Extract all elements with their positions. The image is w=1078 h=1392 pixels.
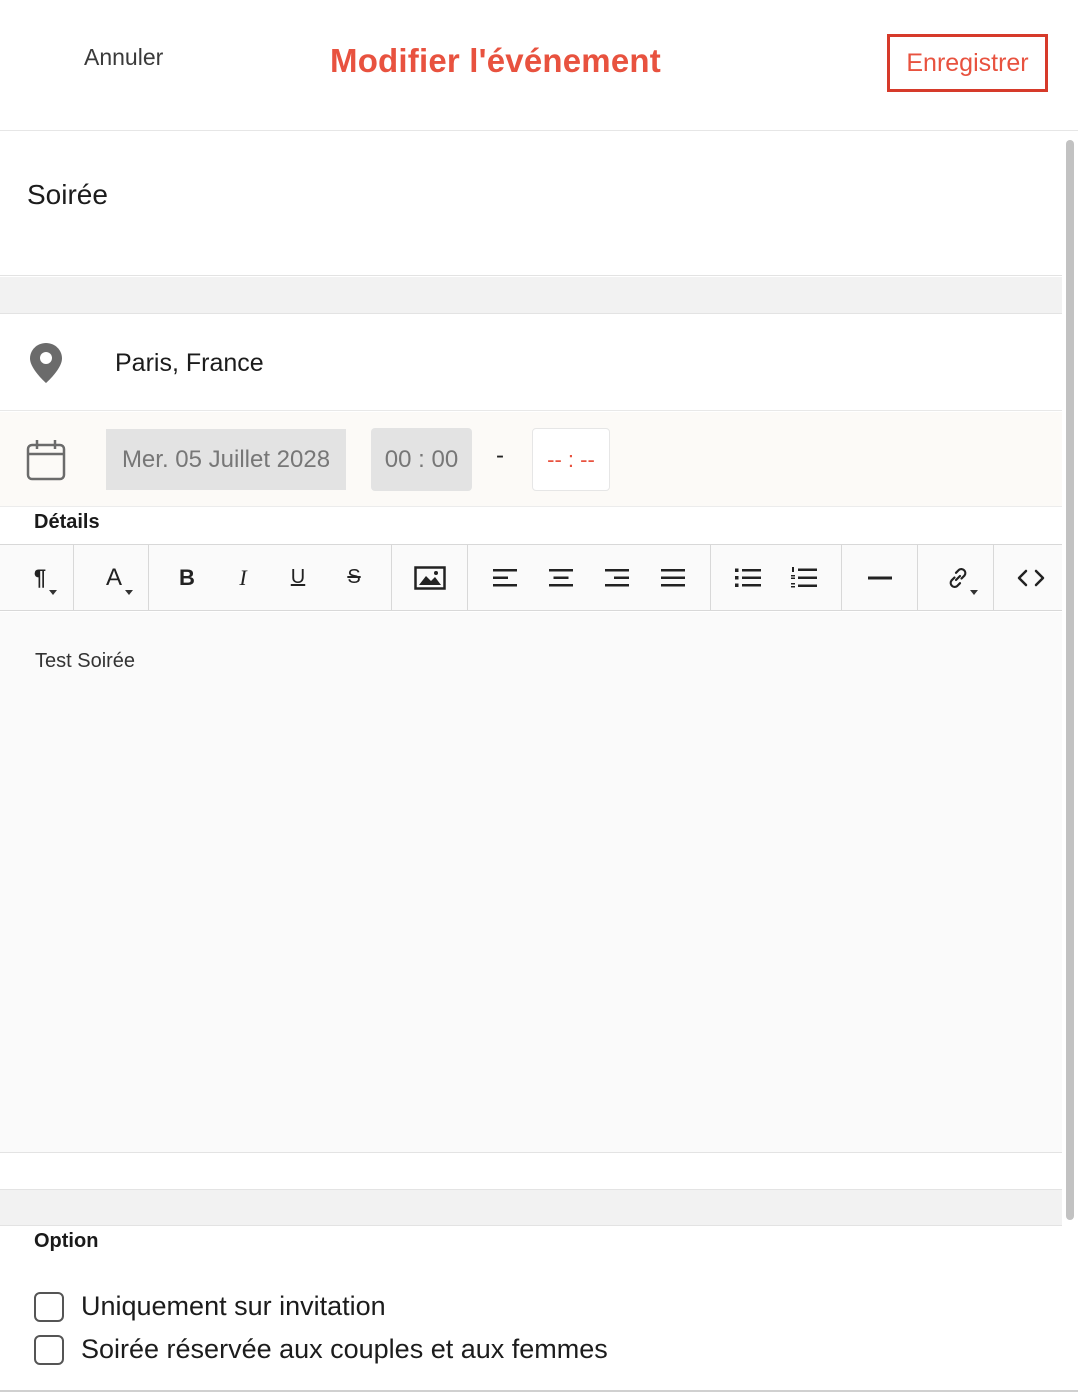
link-icon bbox=[949, 567, 967, 588]
align-left-button[interactable] bbox=[488, 545, 522, 610]
align-justify-icon bbox=[661, 568, 685, 586]
bold-button[interactable]: B bbox=[170, 545, 204, 610]
align-right-button[interactable] bbox=[600, 545, 634, 610]
details-label: Détails bbox=[34, 511, 100, 533]
invitation-only-option[interactable]: Uniquement sur invitation bbox=[34, 1291, 386, 1322]
time-separator: - bbox=[496, 442, 504, 469]
italic-icon: I bbox=[239, 564, 247, 590]
scrollbar[interactable] bbox=[1062, 132, 1078, 1227]
code-icon bbox=[1017, 569, 1045, 586]
event-name-field[interactable]: Soirée bbox=[0, 132, 1062, 276]
toolbar-divider bbox=[917, 545, 918, 610]
editor-content: Test Soirée bbox=[35, 650, 136, 672]
image-icon bbox=[414, 565, 446, 590]
align-center-icon bbox=[549, 568, 573, 586]
event-name-value: Soirée bbox=[27, 179, 108, 210]
horizontal-rule-button[interactable] bbox=[862, 545, 898, 610]
editor-toolbar: ¶ A B I U S bbox=[0, 544, 1062, 611]
date-time-row: Mer. 05 Juillet 2028 00 : 00 - -- : -- bbox=[0, 412, 1062, 507]
section-spacer bbox=[0, 1154, 1062, 1189]
toolbar-divider bbox=[391, 545, 392, 610]
couples-women-checkbox[interactable] bbox=[34, 1334, 64, 1365]
scrollbar-thumb[interactable] bbox=[1066, 140, 1074, 1220]
checkbox-label: Soirée réservée aux couples et aux femme… bbox=[81, 1334, 608, 1364]
cancel-button[interactable]: Annuler bbox=[84, 44, 163, 71]
underline-icon: U bbox=[290, 566, 306, 588]
section-divider bbox=[0, 277, 1062, 314]
details-editor[interactable]: Test Soirée bbox=[0, 612, 1062, 1153]
paragraph-icon: ¶ bbox=[33, 564, 47, 590]
underline-button[interactable]: U bbox=[281, 545, 315, 610]
paragraph-format-button[interactable]: ¶ bbox=[20, 545, 60, 610]
align-justify-button[interactable] bbox=[656, 545, 690, 610]
toolbar-divider bbox=[841, 545, 842, 610]
location-value: Paris, France bbox=[115, 349, 264, 377]
end-time-picker[interactable]: -- : -- bbox=[532, 428, 610, 491]
align-left-icon bbox=[493, 568, 517, 586]
horizontal-rule-icon bbox=[868, 576, 892, 579]
toolbar-divider bbox=[148, 545, 149, 610]
toolbar-divider bbox=[993, 545, 994, 610]
font-color-button[interactable]: A bbox=[92, 545, 136, 610]
strikethrough-icon: S bbox=[347, 566, 361, 588]
header-bar: Annuler Modifier l'événement Enregistrer bbox=[0, 0, 1078, 131]
calendar-icon bbox=[26, 440, 66, 481]
chevron-down-icon bbox=[49, 590, 57, 595]
toolbar-divider bbox=[73, 545, 74, 610]
option-label: Option bbox=[34, 1230, 99, 1252]
insert-link-button[interactable] bbox=[936, 545, 980, 610]
numbered-list-button[interactable] bbox=[787, 545, 821, 610]
bold-icon: B bbox=[179, 564, 195, 590]
bulleted-list-icon bbox=[735, 568, 761, 587]
invitation-only-checkbox[interactable] bbox=[34, 1291, 64, 1322]
toolbar-divider bbox=[710, 545, 711, 610]
section-divider bbox=[0, 1189, 1062, 1226]
italic-button[interactable]: I bbox=[226, 545, 260, 610]
map-pin-icon bbox=[30, 343, 62, 383]
chevron-down-icon bbox=[970, 590, 978, 595]
toolbar-divider bbox=[467, 545, 468, 610]
date-picker[interactable]: Mer. 05 Juillet 2028 bbox=[106, 429, 346, 490]
insert-image-button[interactable] bbox=[408, 545, 452, 610]
bulleted-list-button[interactable] bbox=[731, 545, 765, 610]
chevron-down-icon bbox=[125, 590, 133, 595]
checkbox-label: Uniquement sur invitation bbox=[81, 1291, 386, 1321]
page-title: Modifier l'événement bbox=[330, 42, 661, 79]
couples-women-option[interactable]: Soirée réservée aux couples et aux femme… bbox=[34, 1334, 608, 1365]
location-field[interactable]: Paris, France bbox=[0, 315, 1062, 411]
align-center-button[interactable] bbox=[544, 545, 578, 610]
start-time-picker[interactable]: 00 : 00 bbox=[371, 428, 472, 491]
code-view-button[interactable] bbox=[1013, 545, 1049, 610]
align-right-icon bbox=[605, 568, 629, 586]
font-color-icon: A bbox=[105, 563, 122, 591]
strikethrough-button[interactable]: S bbox=[337, 545, 371, 610]
save-button[interactable]: Enregistrer bbox=[887, 34, 1048, 92]
numbered-list-icon bbox=[791, 566, 817, 587]
